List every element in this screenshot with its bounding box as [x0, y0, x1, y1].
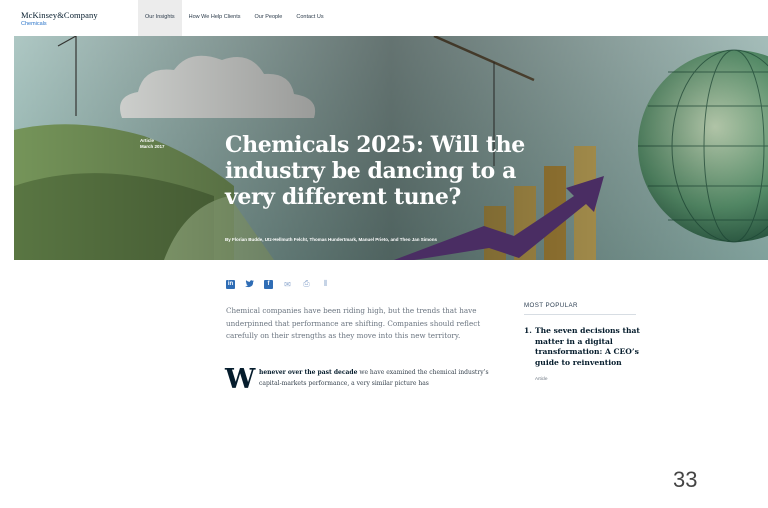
lead-in-bold: henever over the past decade: [259, 369, 358, 376]
nav-our-insights[interactable]: Our Insights: [138, 0, 182, 36]
facebook-icon[interactable]: f: [264, 279, 273, 289]
main-nav: Our Insights How We Help Clients Our Peo…: [138, 0, 331, 36]
most-popular-heading: MOST POPULAR: [524, 302, 636, 315]
drop-cap: W: [225, 364, 256, 395]
print-icon[interactable]: ⎙: [302, 279, 311, 289]
nav-how-we-help-clients[interactable]: How We Help Clients: [182, 0, 248, 36]
item-type: Article: [535, 376, 548, 381]
twitter-icon[interactable]: [245, 280, 254, 289]
slide-page-number: 33: [673, 467, 698, 492]
article-intro: Chemical companies have been riding high…: [226, 306, 481, 340]
publish-date: March 2017: [140, 144, 165, 149]
item-number: 1.: [524, 326, 532, 335]
article-title: Chemicals 2025: Will the industry be dan…: [225, 132, 525, 210]
save-icon[interactable]: ⫴: [321, 279, 330, 289]
mckinsey-logo[interactable]: McKinsey&Company Chemicals: [21, 11, 98, 27]
email-icon[interactable]: ✉: [283, 280, 292, 289]
hero-meta: Article March 2017: [140, 138, 165, 150]
nav-contact-us[interactable]: Contact Us: [289, 0, 330, 36]
linkedin-icon[interactable]: in: [226, 279, 235, 289]
nav-our-people[interactable]: Our People: [248, 0, 290, 36]
top-navigation-bar: McKinsey&Company Chemicals Our Insights …: [0, 0, 768, 36]
article-authors[interactable]: By Florian Budde, Utz-Hellmuth Felcht, T…: [225, 237, 437, 242]
hero-banner: Article March 2017 Chemicals 2025: Will …: [14, 36, 768, 260]
item-title-link[interactable]: The seven decisions that matter in a dig…: [535, 326, 645, 368]
article-first-paragraph: henever over the past decade we have exa…: [259, 367, 499, 389]
logo-name: McKinsey&Company: [21, 10, 98, 20]
logo-practice-label: Chemicals: [21, 20, 47, 27]
share-toolbar: in f ✉ ⎙ ⫴: [226, 279, 330, 289]
